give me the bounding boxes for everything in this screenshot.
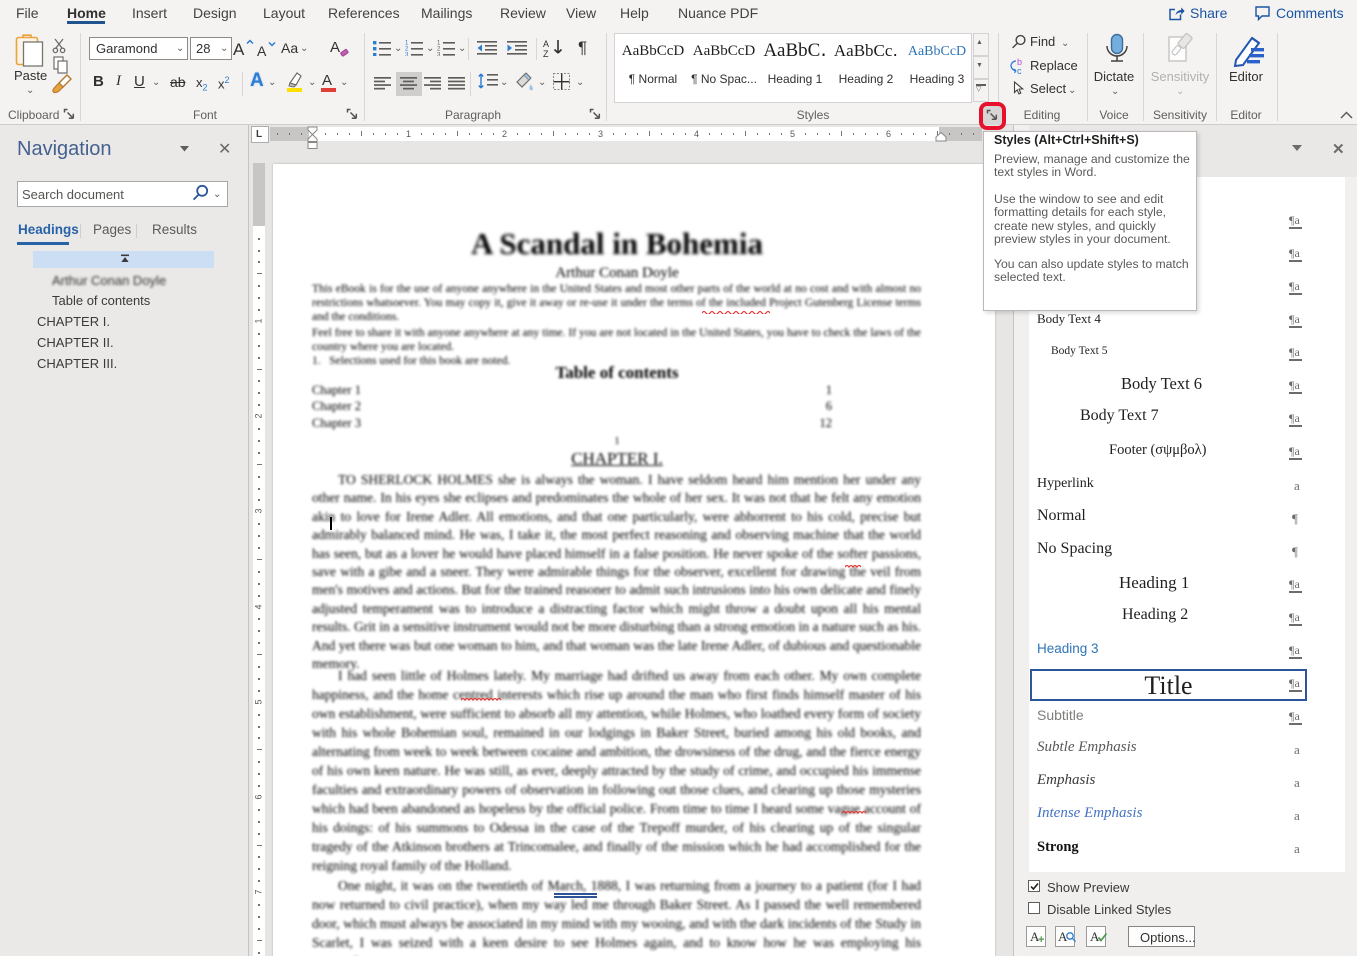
svg-text:3: 3 <box>405 53 409 57</box>
svg-text:3: 3 <box>437 53 441 57</box>
svg-text:A: A <box>257 43 267 59</box>
svg-text:c: c <box>1017 66 1022 75</box>
svg-text:A: A <box>543 39 549 49</box>
svg-text:A: A <box>233 40 245 59</box>
svg-text:Z: Z <box>543 49 549 58</box>
